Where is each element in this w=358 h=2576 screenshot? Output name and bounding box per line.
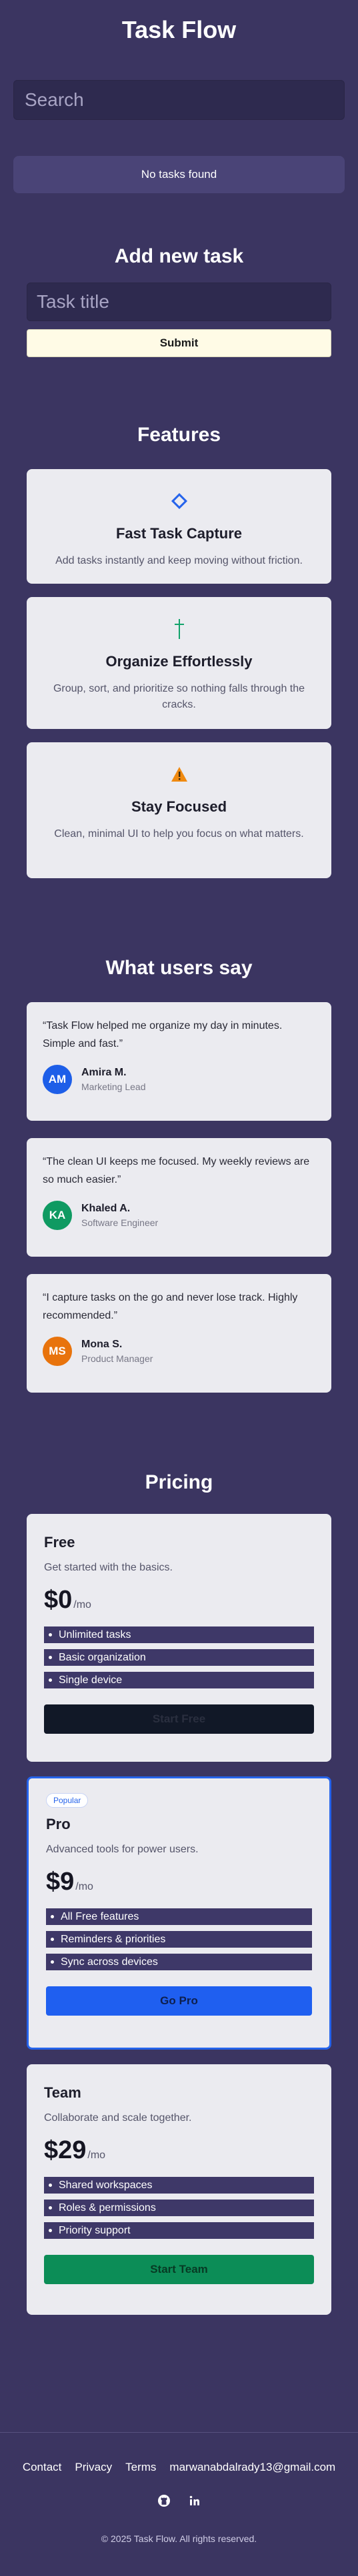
- feature-desc: Group, sort, and prioritize so nothing f…: [53, 683, 305, 710]
- plan-price: $29: [44, 2136, 87, 2164]
- features-title: Features: [137, 424, 221, 446]
- go-pro-button[interactable]: Go Pro: [46, 1986, 312, 2016]
- plan-feature: Sync across devices: [46, 1954, 312, 1970]
- plan-feature: Basic organization: [44, 1649, 314, 1666]
- testimonial-author: KA Khaled A. Software Engineer: [43, 1201, 315, 1230]
- empty-state: No tasks found: [13, 156, 345, 193]
- testimonial-card: “The clean UI keeps me focused. My weekl…: [27, 1138, 331, 1257]
- author-role: Product Manager: [81, 1353, 153, 1364]
- price-line: $0 /mo: [44, 1586, 314, 1614]
- add-task-title: Add new task: [114, 245, 244, 267]
- testimonial-author: AM Amira M. Marketing Lead: [43, 1065, 315, 1094]
- feature-name: Fast Task Capture: [115, 525, 243, 542]
- popular-badge: Popular: [46, 1793, 89, 1808]
- start-free-button[interactable]: Start Free: [44, 1704, 314, 1734]
- feature-desc: Add tasks instantly and keep moving with…: [55, 555, 303, 566]
- author-name: Amira M.: [81, 1067, 127, 1078]
- plan-feature: Priority support: [44, 2222, 314, 2239]
- price-line: $29 /mo: [44, 2136, 314, 2165]
- plan-period: /mo: [75, 1881, 93, 1892]
- plan-feature: Unlimited tasks: [44, 1626, 314, 1643]
- app-title: Task Flow: [121, 16, 237, 43]
- testimonial-card: “I capture tasks on the go and never los…: [27, 1274, 331, 1393]
- footer-link-terms[interactable]: Terms: [125, 2461, 156, 2474]
- avatar: KA: [43, 1201, 72, 1230]
- testimonial-card: “Task Flow helped me organize my day in …: [27, 1002, 331, 1121]
- dagger-icon: [43, 616, 315, 642]
- testimonials-title: What users say: [105, 957, 253, 979]
- plan-feature: Reminders & priorities: [46, 1931, 312, 1948]
- avatar: MS: [43, 1337, 72, 1366]
- plan-feature: Roles & permissions: [44, 2200, 314, 2216]
- plan-price: $0: [44, 1586, 73, 1614]
- warning-icon: [43, 761, 315, 788]
- copyright: © 2025 Task Flow. All rights reserved.: [101, 2533, 257, 2544]
- plan-feature: Shared workspaces: [44, 2177, 314, 2194]
- pricing-card-team: Team Collaborate and scale together. $29…: [27, 2064, 331, 2315]
- plan-feature-list: All Free features Reminders & priorities…: [46, 1908, 312, 1970]
- author-role: Marketing Lead: [81, 1081, 146, 1092]
- price-line: $9 /mo: [46, 1868, 312, 1896]
- plan-name: Free: [44, 1534, 75, 1551]
- feature-desc: Clean, minimal UI to help you focus on w…: [54, 828, 304, 840]
- plan-name: Pro: [46, 1816, 71, 1832]
- plan-period: /mo: [73, 1599, 91, 1610]
- testimonial-quote: “Task Flow helped me organize my day in …: [43, 1020, 283, 1049]
- plan-price: $9: [46, 1868, 75, 1896]
- feature-card: Stay Focused Clean, minimal UI to help y…: [27, 742, 331, 878]
- feature-card: Organize Effortlessly Group, sort, and p…: [27, 597, 331, 729]
- github-icon[interactable]: [157, 2494, 171, 2511]
- testimonial-author: MS Mona S. Product Manager: [43, 1337, 315, 1366]
- social-icons: [0, 2494, 358, 2511]
- avatar: AM: [43, 1065, 72, 1094]
- plan-desc: Collaborate and scale together.: [44, 2112, 192, 2124]
- footer-link-privacy[interactable]: Privacy: [75, 2461, 112, 2474]
- plan-desc: Advanced tools for power users.: [46, 1844, 199, 1855]
- plan-name: Team: [44, 2084, 81, 2101]
- plan-feature-list: Unlimited tasks Basic organization Singl…: [44, 1626, 314, 1688]
- feature-name: Organize Effortlessly: [105, 653, 253, 670]
- pricing-title: Pricing: [145, 1471, 213, 1493]
- start-team-button[interactable]: Start Team: [44, 2255, 314, 2284]
- footer-link-email[interactable]: marwanabdalrady13@gmail.com: [169, 2461, 335, 2474]
- testimonial-quote: “The clean UI keeps me focused. My weekl…: [43, 1156, 310, 1185]
- feature-name: Stay Focused: [131, 798, 227, 815]
- linkedin-icon[interactable]: [188, 2494, 201, 2511]
- pricing-card-pro: Popular Pro Advanced tools for power use…: [27, 1776, 331, 2050]
- diamond-icon: [43, 488, 315, 514]
- footer-link-contact[interactable]: Contact: [23, 2461, 62, 2474]
- plan-desc: Get started with the basics.: [44, 1562, 173, 1573]
- testimonial-quote: “I capture tasks on the go and never los…: [43, 1292, 298, 1321]
- search-input[interactable]: [13, 80, 345, 120]
- plan-feature: All Free features: [46, 1908, 312, 1925]
- author-name: Khaled A.: [81, 1203, 131, 1214]
- plan-feature-list: Shared workspaces Roles & permissions Pr…: [44, 2177, 314, 2239]
- feature-card: Fast Task Capture Add tasks instantly an…: [27, 469, 331, 584]
- author-role: Software Engineer: [81, 1217, 159, 1228]
- footer-links: Contact Privacy Terms marwanabdalrady13@…: [0, 2461, 358, 2474]
- pricing-card-free: Free Get started with the basics. $0 /mo…: [27, 1514, 331, 1762]
- footer: Contact Privacy Terms marwanabdalrady13@…: [0, 2432, 358, 2544]
- author-name: Mona S.: [81, 1339, 123, 1350]
- submit-button[interactable]: Submit: [27, 329, 331, 357]
- plan-feature: Single device: [44, 1672, 314, 1688]
- empty-state-text: No tasks found: [141, 168, 217, 181]
- task-title-input[interactable]: [27, 283, 331, 321]
- plan-period: /mo: [87, 2150, 106, 2161]
- page: Task Flow No tasks found Add new task Su…: [0, 0, 358, 2544]
